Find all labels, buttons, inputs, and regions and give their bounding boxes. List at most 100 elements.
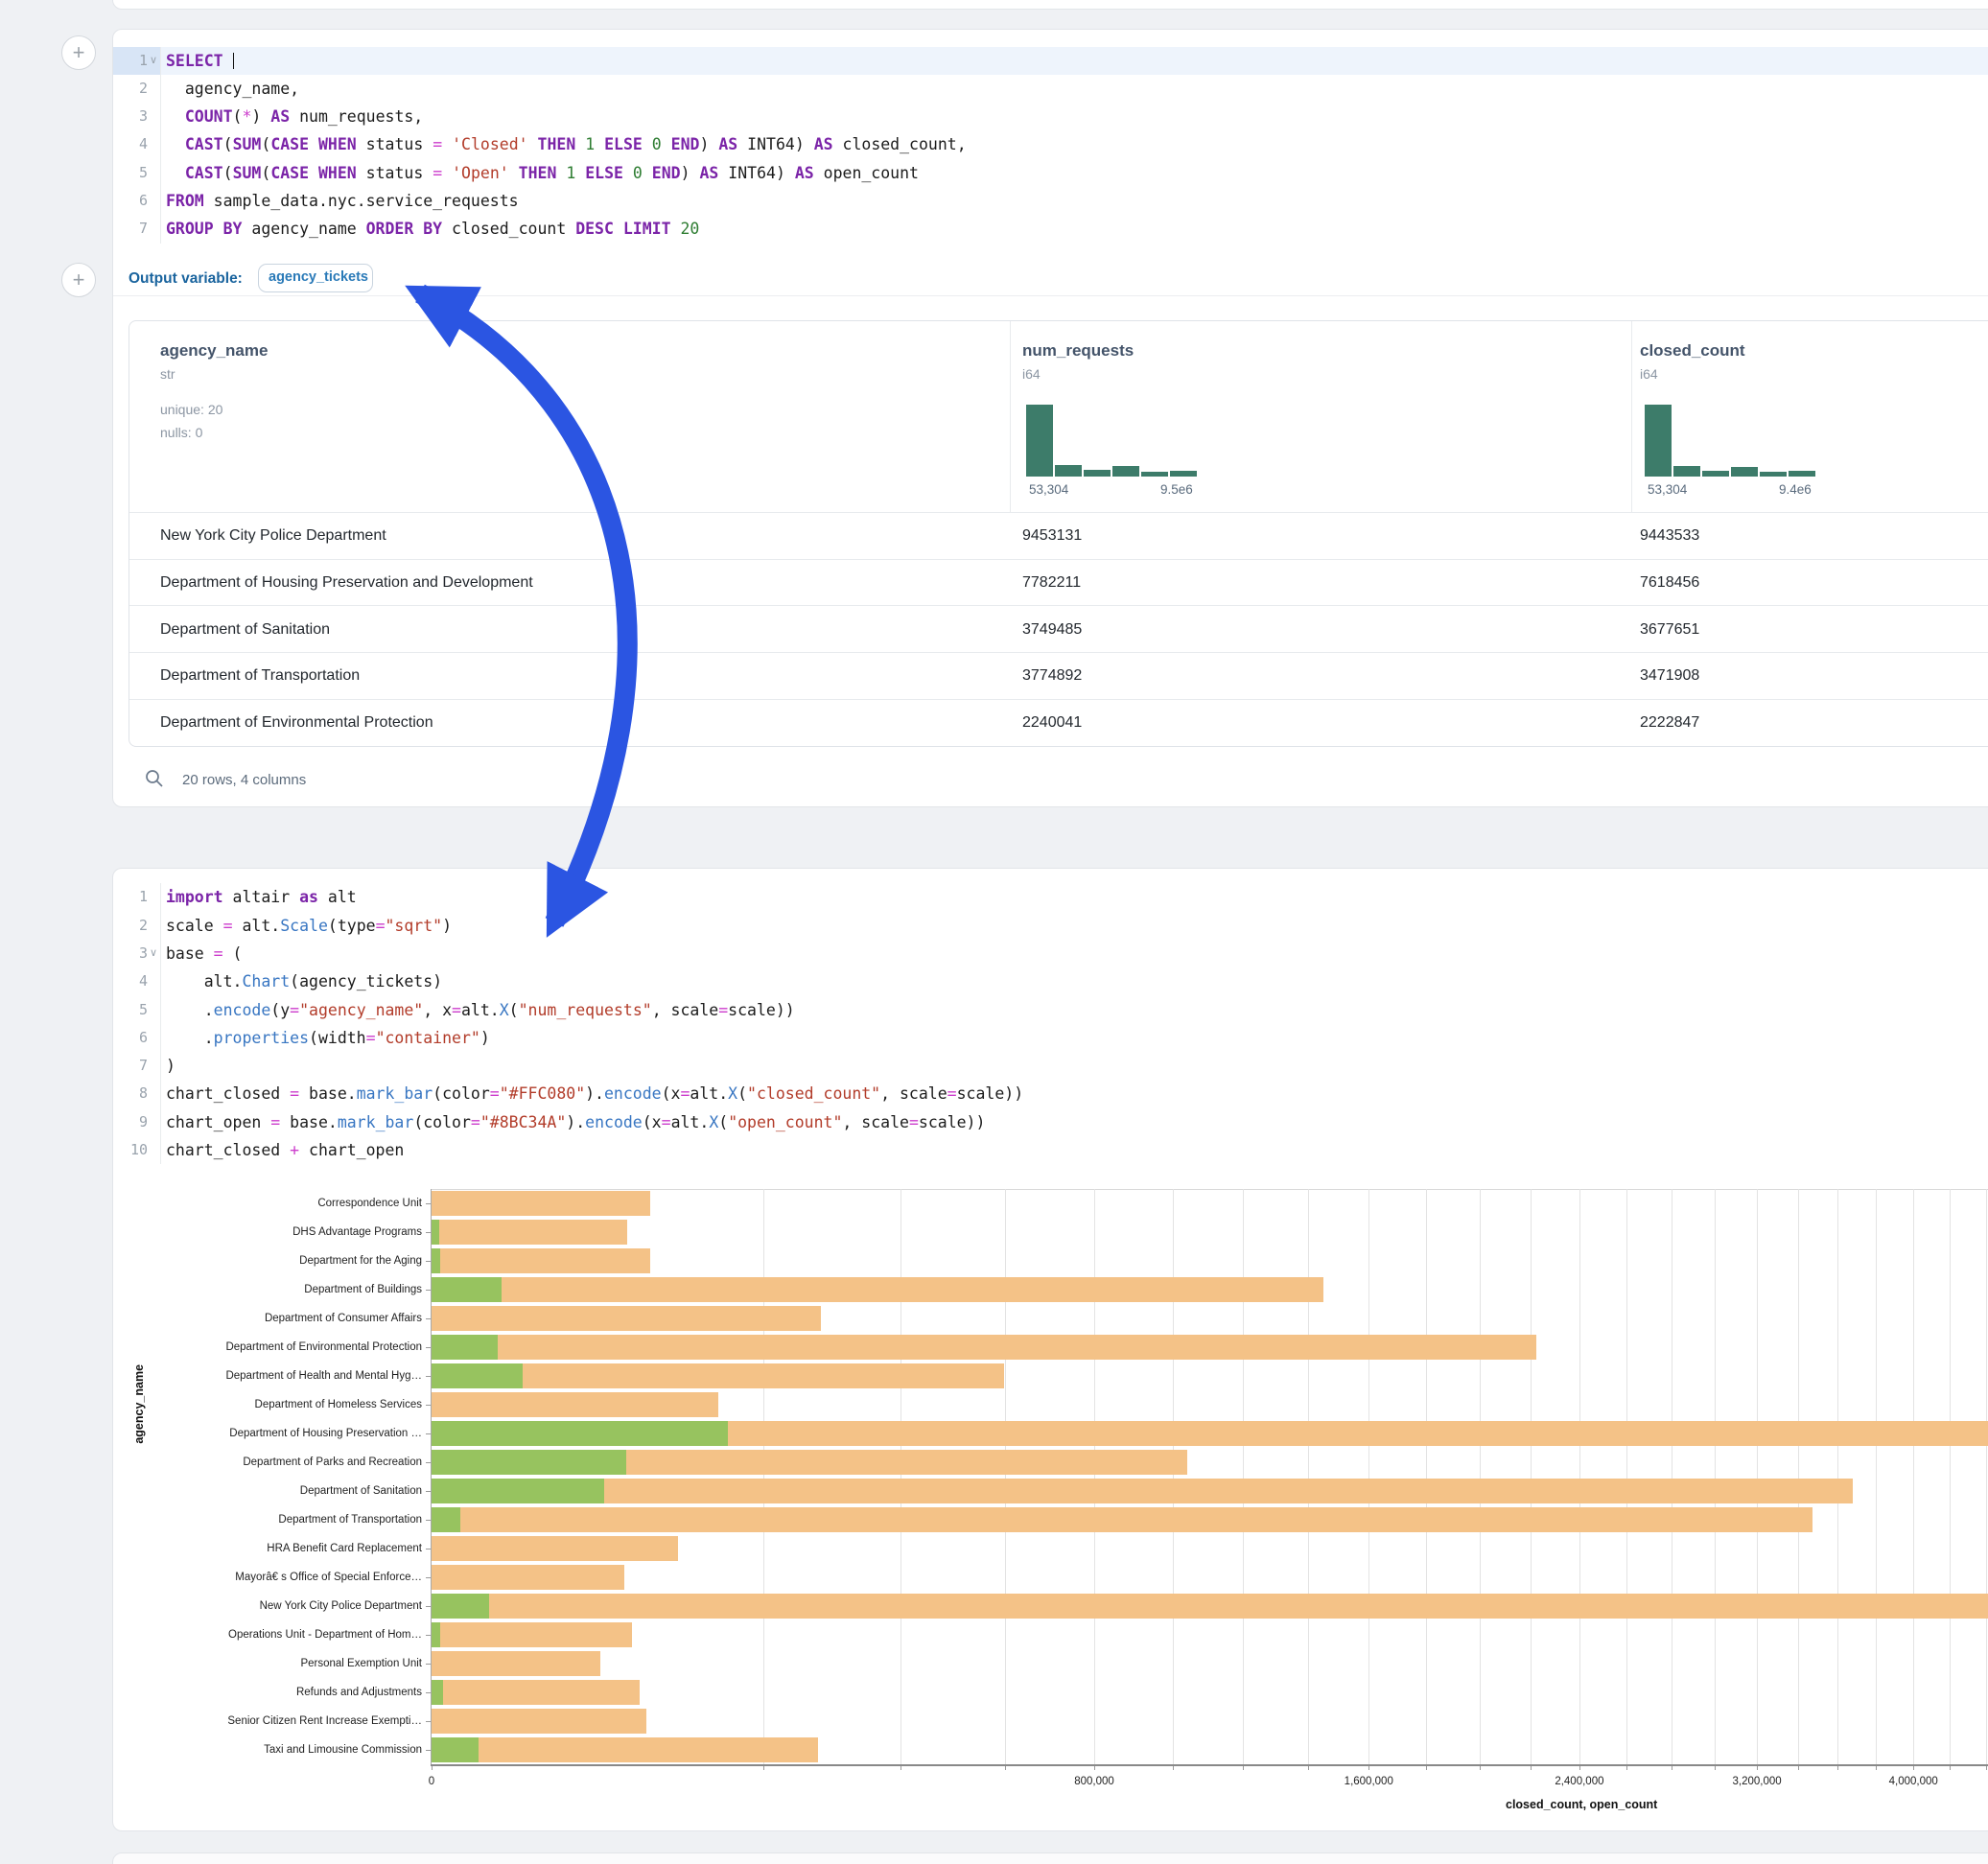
column-separator: [1010, 321, 1011, 512]
line-gutter: 5: [113, 159, 160, 187]
line-gutter: 4: [113, 130, 160, 158]
histogram-closed-count: [1645, 405, 1815, 477]
code-line[interactable]: 1 import altair as alt: [113, 883, 1988, 911]
python-cell-card: 1 import altair as alt2scale = alt.Scale(…: [112, 868, 1988, 1831]
line-gutter: 7: [113, 1052, 160, 1080]
line-number: 4: [113, 967, 148, 995]
hist-bin: [1760, 472, 1787, 477]
code-line[interactable]: 1∨SELECT: [113, 47, 1988, 75]
table-row[interactable]: Department of Sanitation 3749485 3677651: [129, 605, 1988, 653]
line-gutter: 2: [113, 75, 160, 103]
line-gutter: 1: [113, 883, 160, 911]
table-cell: 7618456: [1640, 574, 1699, 592]
table-cell: 9453131: [1022, 527, 1082, 545]
table-row[interactable]: New York City Police Department945313194…: [129, 512, 1988, 560]
col-type: str: [160, 366, 175, 382]
table-cell: 3749485: [1022, 621, 1082, 639]
col-header-num-requests[interactable]: num_requests: [1022, 341, 1134, 361]
code-text: chart_closed + chart_open: [166, 1136, 404, 1164]
table-cell: 7782211: [1022, 574, 1081, 592]
line-number: 2: [113, 912, 148, 940]
histogram-num-requests: [1026, 405, 1197, 477]
fold-caret-icon[interactable]: ∨: [150, 940, 157, 967]
code-line[interactable]: 7 GROUP BY agency_name ORDER BY closed_co…: [113, 215, 1988, 243]
code-text: CAST(SUM(CASE WHEN status = 'Closed' THE…: [166, 130, 967, 158]
code-line[interactable]: 2 agency_name,: [113, 75, 1988, 103]
add-cell-button-top[interactable]: +: [61, 35, 96, 70]
table-cell: 3471908: [1640, 667, 1699, 685]
hist-bin: [1026, 405, 1053, 477]
line-gutter: 10: [113, 1136, 160, 1164]
line-number: 1: [113, 47, 148, 75]
line-gutter: 2: [113, 912, 160, 940]
code-line[interactable]: 5 CAST(SUM(CASE WHEN status = 'Open' THE…: [113, 159, 1988, 187]
line-number: 10: [113, 1136, 148, 1164]
code-line[interactable]: 3∨base = (: [113, 940, 1988, 967]
column-separator: [1631, 321, 1632, 512]
output-variable-label: Output variable:: [129, 270, 243, 288]
code-line[interactable]: 7): [113, 1052, 1988, 1080]
code-text: COUNT(*) AS num_requests,: [166, 103, 423, 130]
table-cell: Department of Sanitation: [160, 621, 330, 639]
line-number: 1: [113, 883, 148, 911]
add-cell-button-output[interactable]: +: [61, 263, 96, 297]
code-line[interactable]: 4 alt.Chart(agency_tickets): [113, 967, 1988, 995]
code-line[interactable]: 6 .properties(width="container"): [113, 1024, 1988, 1052]
line-number: 7: [113, 215, 148, 243]
search-icon[interactable]: [145, 769, 164, 788]
code-text: CAST(SUM(CASE WHEN status = 'Open' THEN …: [166, 159, 919, 187]
line-gutter: 3∨: [113, 940, 160, 967]
hist-max-label: 9.5e6: [1160, 482, 1193, 497]
fold-caret-icon[interactable]: ∨: [150, 47, 157, 75]
hist-bin: [1084, 470, 1111, 477]
table-cell: 2222847: [1640, 714, 1699, 732]
table-row[interactable]: Department of Transportation377489234719…: [129, 652, 1988, 700]
code-line[interactable]: 2scale = alt.Scale(type="sqrt"): [113, 912, 1988, 940]
code-line[interactable]: 10 chart_closed + chart_open: [113, 1136, 1988, 1164]
code-text: GROUP BY agency_name ORDER BY closed_cou…: [166, 215, 699, 243]
line-gutter: 5: [113, 996, 160, 1024]
code-line[interactable]: 8 chart_closed = base.mark_bar(color="#FF…: [113, 1080, 1988, 1107]
code-line[interactable]: 4 CAST(SUM(CASE WHEN status = 'Closed' T…: [113, 130, 1988, 158]
hist-bin: [1789, 471, 1815, 477]
code-line[interactable]: 5 .encode(y="agency_name", x=alt.X("num_…: [113, 996, 1988, 1024]
table-cell: Department of Transportation: [160, 667, 360, 685]
results-table: agency_name str unique: 20 nulls: 0 num_…: [129, 320, 1988, 747]
code-text: ): [166, 1052, 175, 1080]
line-number: 8: [113, 1080, 148, 1107]
col-meta-nulls: nulls: 0: [160, 421, 202, 444]
line-number: 3: [113, 940, 148, 967]
gutter-separator: [160, 883, 161, 1164]
table-cell: Department of Environmental Protection: [160, 714, 433, 732]
col-header-agency-name[interactable]: agency_name: [160, 341, 268, 361]
code-line[interactable]: 3 COUNT(*) AS num_requests,: [113, 103, 1988, 130]
hist-bin: [1170, 471, 1197, 477]
python-editor[interactable]: 1 import altair as alt2scale = alt.Scale(…: [113, 883, 1988, 1164]
col-header-closed-count[interactable]: closed_count: [1640, 341, 1745, 361]
hist-max-label: 9.4e6: [1779, 482, 1812, 497]
line-gutter: 3: [113, 103, 160, 130]
hist-min-label: 53,304: [1648, 482, 1687, 497]
col-type: i64: [1640, 366, 1658, 382]
code-line[interactable]: 6FROM sample_data.nyc.service_requests: [113, 187, 1988, 215]
code-line[interactable]: 9chart_open = base.mark_bar(color="#8BC3…: [113, 1108, 1988, 1136]
line-gutter: 1∨: [113, 47, 160, 75]
sql-editor[interactable]: 1∨SELECT 2 agency_name,3 COUNT(*) AS num…: [113, 47, 1988, 244]
table-row[interactable]: Department of Environmental Protection 22…: [129, 699, 1988, 747]
hist-bin: [1731, 467, 1758, 478]
code-text: base = (: [166, 940, 242, 967]
line-number: 7: [113, 1052, 148, 1080]
code-text: chart_closed = base.mark_bar(color="#FFC…: [166, 1080, 1023, 1107]
table-cell: 3677651: [1640, 621, 1699, 639]
code-text: agency_name,: [166, 75, 299, 103]
table-row[interactable]: Department of Housing Preservation and D…: [129, 559, 1988, 607]
code-text: SELECT: [166, 47, 234, 75]
hist-min-label: 53,304: [1029, 482, 1068, 497]
table-cell: 2240041: [1022, 714, 1082, 732]
text-cursor: [233, 53, 235, 69]
sql-cell-card: 1∨SELECT 2 agency_name,3 COUNT(*) AS num…: [112, 29, 1988, 807]
table-cell: New York City Police Department: [160, 527, 386, 545]
output-variable-pill[interactable]: agency_tickets: [258, 264, 373, 292]
line-number: 5: [113, 996, 148, 1024]
code-text: import altair as alt: [166, 883, 357, 911]
